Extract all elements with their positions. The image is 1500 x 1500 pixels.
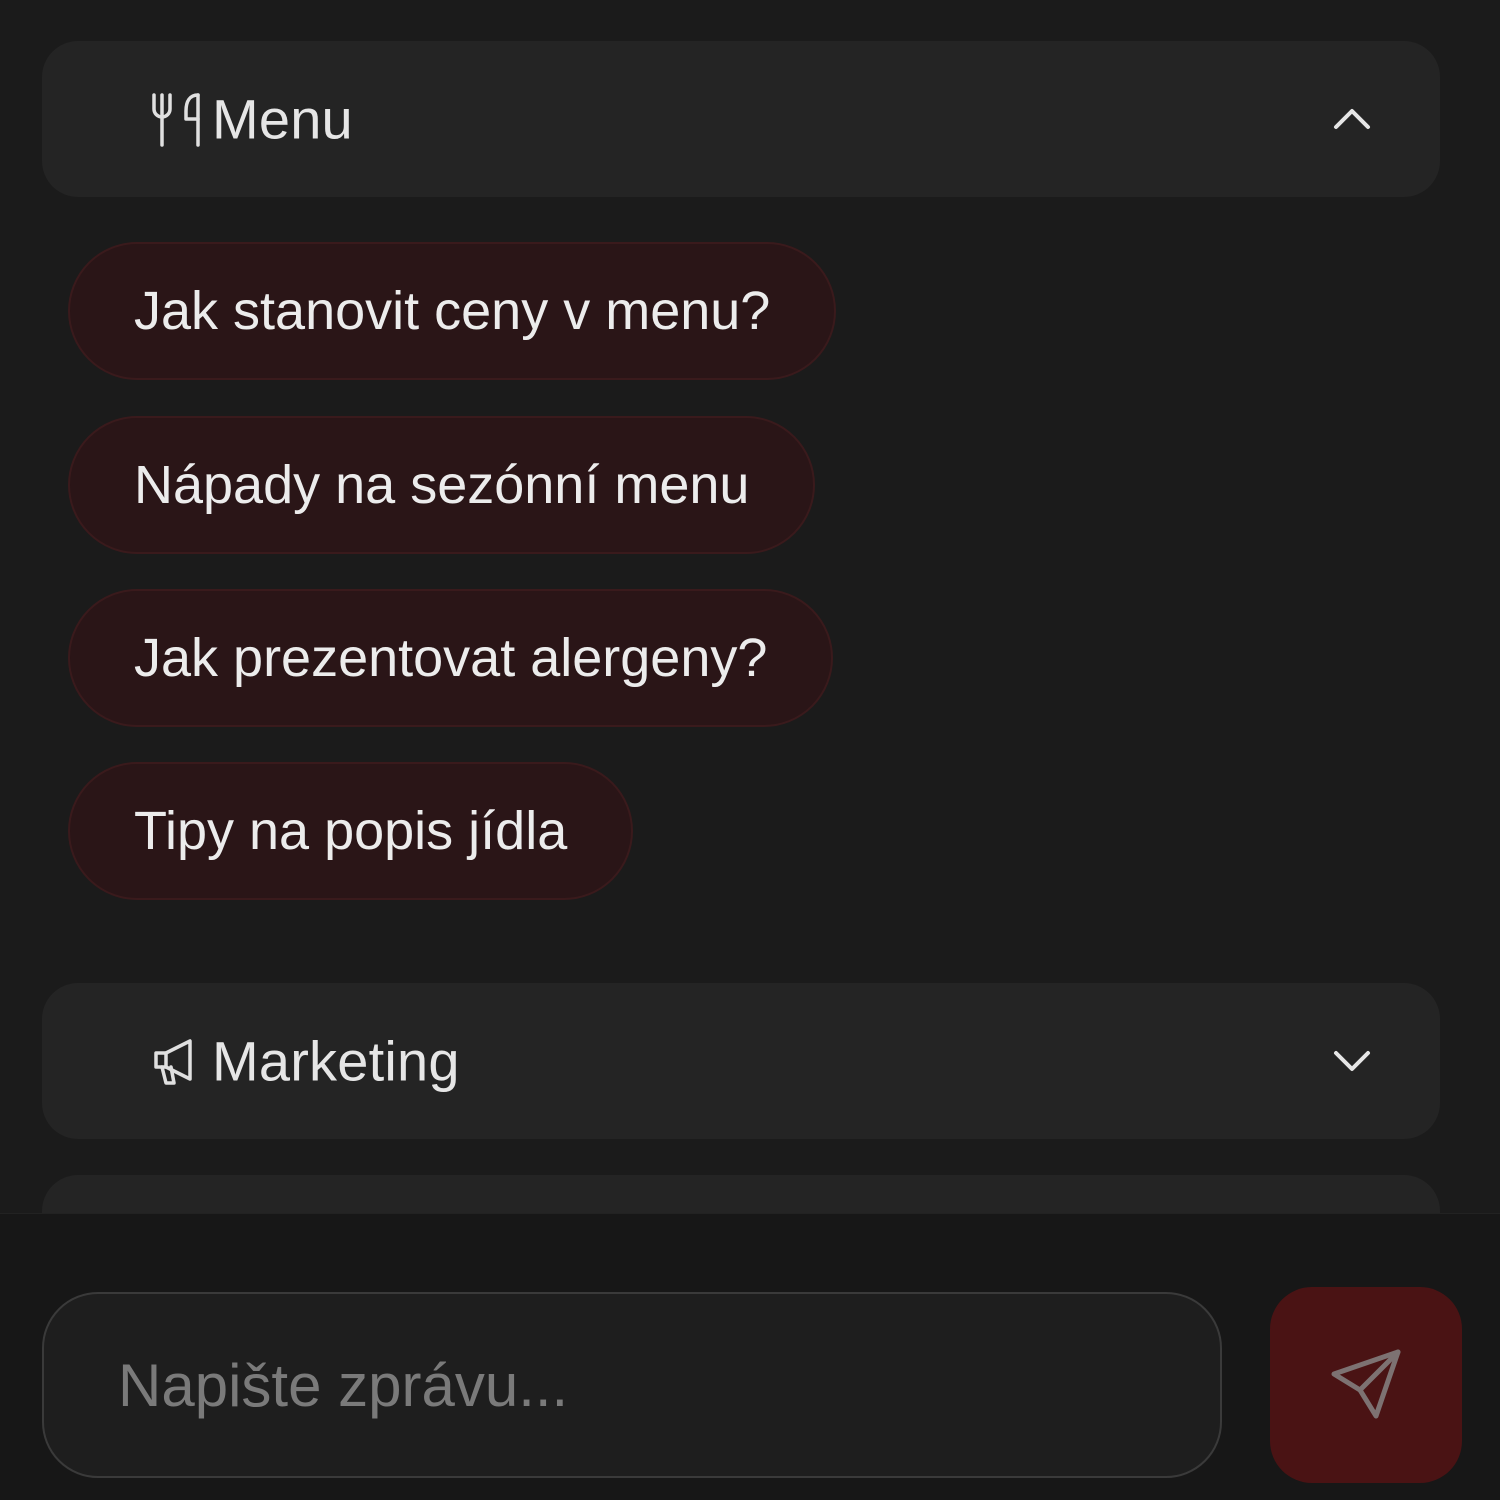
utensils-icon (146, 87, 210, 151)
suggestion-chip-label: Nápady na sezónní menu (134, 455, 750, 515)
megaphone-icon (146, 1029, 210, 1093)
suggestion-chip[interactable]: Jak stanovit ceny v menu? (68, 242, 837, 380)
suggestion-chip-label: Jak stanovit ceny v menu? (134, 281, 771, 341)
send-button[interactable] (1270, 1287, 1462, 1483)
section-header-menu[interactable]: Menu (42, 41, 1440, 197)
suggestion-chip[interactable]: Tipy na popis jídla (68, 762, 634, 900)
message-composer (0, 1213, 1500, 1500)
section-title-menu: Menu (212, 87, 353, 151)
section-header-next[interactable] (42, 1175, 1440, 1213)
chevron-down-icon[interactable] (1324, 1033, 1380, 1089)
suggestion-chip-label: Jak prezentovat alergeny? (134, 628, 768, 688)
suggestions-panel[interactable]: Menu Jak stanovit ceny v menu? Nápady na… (0, 0, 1500, 1213)
chevron-up-icon[interactable] (1324, 91, 1380, 147)
section-header-marketing[interactable]: Marketing (42, 983, 1440, 1139)
section-title-marketing: Marketing (212, 1029, 460, 1093)
message-input[interactable] (42, 1292, 1222, 1478)
suggestion-chip[interactable]: Nápady na sezónní menu (68, 416, 816, 554)
chat-app: Menu Jak stanovit ceny v menu? Nápady na… (0, 0, 1500, 1500)
suggestion-chip-label: Tipy na popis jídla (134, 801, 568, 861)
send-icon (1326, 1344, 1406, 1427)
suggestion-chip[interactable]: Jak prezentovat alergeny? (68, 589, 834, 727)
